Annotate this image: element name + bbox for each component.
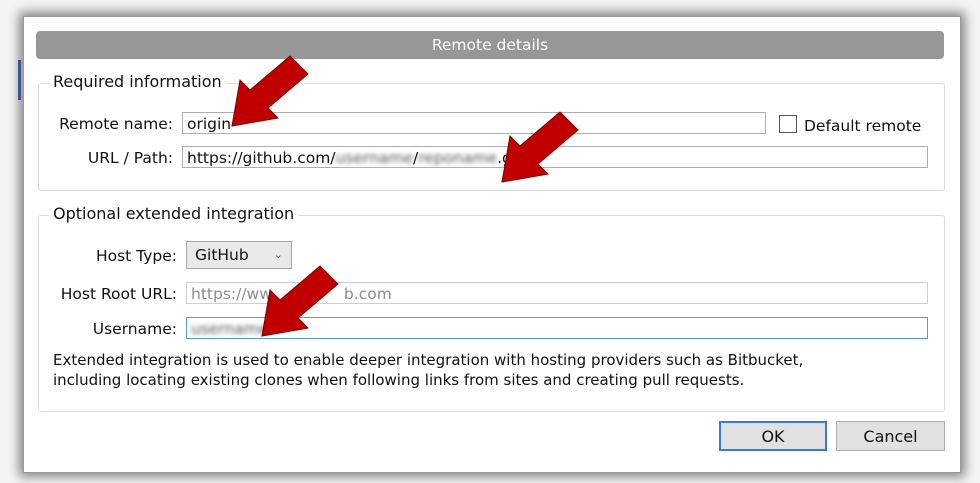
integration-note: Extended integration is used to enable d…: [53, 350, 803, 390]
host-root-url-label: Host Root URL:: [60, 285, 177, 303]
username-label: Username:: [92, 320, 177, 338]
url-username-blurred: username: [335, 149, 414, 167]
cancel-button[interactable]: Cancel: [836, 421, 945, 451]
default-remote-label: Default remote: [804, 117, 922, 135]
ok-button[interactable]: OK: [719, 421, 827, 451]
arrow-icon: [231, 55, 309, 127]
background-edge: [18, 60, 21, 100]
host-root-url-value-b: b.com: [343, 285, 392, 303]
url-repo-blurred: reponame: [418, 149, 498, 167]
integration-note-line1: Extended integration is used to enable d…: [53, 351, 804, 369]
optional-integration-group: Optional extended integration Host Type:…: [38, 204, 945, 412]
default-remote-checkbox[interactable]: [779, 115, 797, 133]
url-prefix: https://github.com/: [187, 149, 336, 167]
remote-details-dialog: Remote details Required information Remo…: [23, 16, 961, 473]
dialog-title: Remote details: [36, 31, 944, 59]
required-information-group: Required information Remote name: origin…: [38, 72, 945, 191]
host-type-value: GitHub: [195, 246, 249, 264]
arrow-icon: [261, 265, 339, 337]
optional-integration-legend: Optional extended integration: [49, 204, 299, 223]
url-path-label: URL / Path:: [87, 149, 173, 167]
remote-name-value: origin: [187, 115, 232, 133]
username-blurred: username: [191, 320, 269, 338]
host-type-label: Host Type:: [95, 247, 177, 265]
integration-note-line2: including locating existing clones when …: [53, 371, 745, 389]
remote-name-label: Remote name:: [59, 115, 173, 133]
arrow-icon: [501, 111, 579, 183]
required-information-legend: Required information: [49, 72, 226, 91]
